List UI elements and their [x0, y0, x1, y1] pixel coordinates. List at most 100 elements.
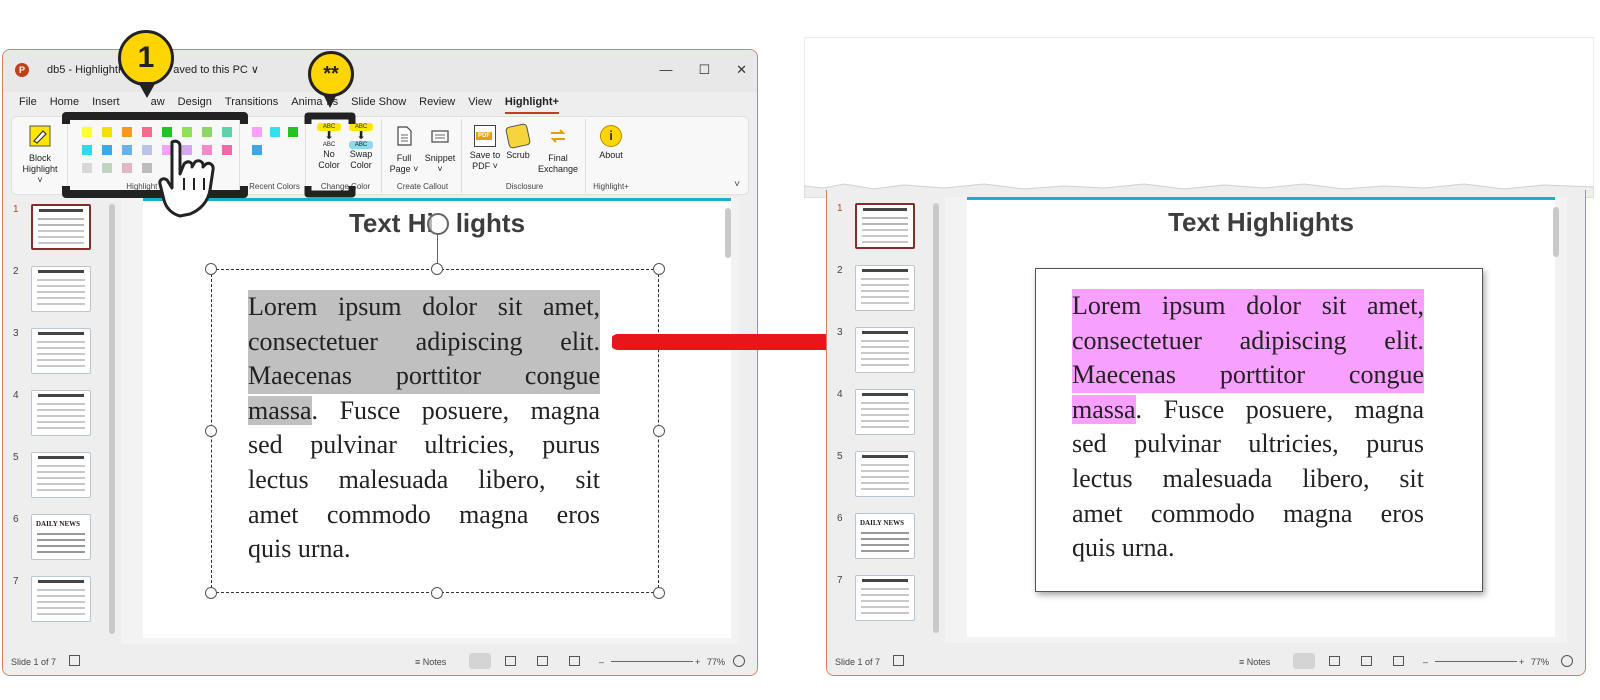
thumbnail-preview[interactable] — [855, 575, 915, 621]
thumbnail-preview[interactable] — [855, 327, 915, 373]
thumbnail-scrollbar[interactable] — [933, 203, 939, 633]
slide-thumbnail[interactable]: 6 DAILY NEWS — [3, 514, 103, 564]
paragraph-text[interactable]: Lorem ipsum dolor sit amet, consectetuer … — [1072, 289, 1424, 566]
slide-thumbnail[interactable]: 6 DAILY NEWS — [827, 513, 927, 563]
slide-thumbnail[interactable]: 7 — [827, 575, 927, 625]
slide-thumbnail[interactable]: 4 — [827, 389, 927, 439]
resize-handle[interactable] — [653, 263, 665, 275]
slide-thumbnail[interactable]: 4 — [3, 390, 103, 440]
reading-view-icon[interactable] — [1361, 656, 1372, 666]
notes-button[interactable]: ≡ Notes — [1239, 657, 1270, 667]
zoom-plus[interactable]: + — [695, 657, 700, 667]
info-icon: i — [600, 125, 622, 147]
menu-file[interactable]: File — [19, 94, 37, 114]
menu-slide-show[interactable]: Slide Show — [351, 94, 406, 114]
slide-thumbnail[interactable]: 5 — [827, 451, 927, 501]
text-box-selected[interactable]: Lorem ipsum dolor sit amet, consectetuer … — [211, 269, 659, 593]
notes-button[interactable]: ≡ Notes — [415, 657, 446, 667]
zoom-minus[interactable]: – — [599, 657, 604, 667]
slideshow-icon[interactable] — [1393, 656, 1404, 666]
thumbnail-preview[interactable] — [855, 203, 915, 249]
thumbnail-preview[interactable]: DAILY NEWS — [855, 513, 915, 559]
slideshow-icon[interactable] — [569, 656, 580, 666]
resize-handle[interactable] — [205, 263, 217, 275]
slide-thumbnail[interactable]: 3 — [3, 328, 103, 378]
zoom-slider[interactable] — [1435, 661, 1517, 662]
resize-handle[interactable] — [653, 425, 665, 437]
block-highlight-button[interactable]: Block Highlight ˅ — [20, 125, 60, 186]
slide-canvas: Text Highlights Lorem ipsum dolor sit am… — [967, 197, 1555, 637]
paragraph-line: sed pulvinar ultricies, purus — [248, 430, 600, 460]
thumbnail-preview[interactable] — [31, 266, 91, 312]
rotate-handle-icon[interactable] — [427, 213, 449, 235]
fit-to-window-icon[interactable] — [733, 655, 745, 667]
maximize-icon[interactable]: ☐ — [698, 62, 710, 78]
thumbnail-preview[interactable] — [31, 390, 91, 436]
normal-view-icon[interactable] — [1293, 653, 1315, 669]
resize-handle[interactable] — [431, 587, 443, 599]
accessibility-icon[interactable] — [69, 655, 80, 666]
about-button[interactable]: i About — [594, 125, 628, 161]
resize-handle[interactable] — [205, 587, 217, 599]
highlight-color-swatch[interactable] — [252, 127, 262, 137]
slide-thumbnail[interactable]: 5 — [3, 452, 103, 502]
reading-view-icon[interactable] — [537, 656, 548, 666]
thumbnail-preview[interactable] — [855, 451, 915, 497]
zoom-plus[interactable]: + — [1519, 657, 1524, 667]
slide-number: 7 — [13, 576, 19, 587]
menu-animations[interactable]: Anima — [291, 94, 322, 114]
thumbnail-preview[interactable] — [31, 452, 91, 498]
scrub-button[interactable]: Scrub — [504, 122, 532, 161]
highlight-color-swatch[interactable] — [252, 145, 262, 155]
normal-view-icon[interactable] — [469, 653, 491, 669]
collapse-ribbon-icon[interactable]: ˅ — [734, 179, 740, 190]
resize-handle[interactable] — [205, 425, 217, 437]
slide-thumbnail[interactable]: 1 — [827, 203, 927, 253]
zoom-slider[interactable] — [611, 661, 693, 662]
slide-thumbnail[interactable]: 7 — [3, 576, 103, 626]
paragraph-text[interactable]: Lorem ipsum dolor sit amet, consectetuer … — [248, 290, 600, 567]
slide-title[interactable]: Text Highlights — [967, 207, 1555, 238]
slide-thumbnail[interactable]: 2 — [827, 265, 927, 315]
thumbnail-scrollbar[interactable] — [109, 204, 115, 634]
full-page-button[interactable]: Full Page ˅ — [388, 125, 420, 175]
final-exchange-button[interactable]: Final Exchange — [534, 125, 582, 175]
slide-number: 2 — [837, 265, 843, 276]
minimize-icon[interactable]: — — [659, 62, 672, 78]
paragraph-line: Maecenas porttitor congue — [1072, 358, 1424, 393]
menu-view[interactable]: View — [468, 94, 492, 114]
thumbnail-preview[interactable] — [855, 389, 915, 435]
slide-thumbnail[interactable]: 1 — [3, 204, 103, 254]
slide-number: 4 — [837, 389, 843, 400]
thumbnail-preview[interactable] — [855, 265, 915, 311]
accessibility-icon[interactable] — [893, 655, 904, 666]
text-box[interactable]: Lorem ipsum dolor sit amet, consectetuer … — [1035, 268, 1483, 592]
close-icon[interactable]: ✕ — [736, 62, 747, 78]
resize-handle[interactable] — [431, 263, 443, 275]
save-to-pdf-button[interactable]: PDF Save to PDF ˅ — [468, 125, 502, 172]
menu-highlight-plus[interactable]: Highlight+ — [504, 94, 559, 114]
thumbnail-preview[interactable]: DAILY NEWS — [31, 514, 91, 560]
zoom-level[interactable]: 77% — [1531, 657, 1549, 667]
slide-sorter-icon[interactable] — [1329, 656, 1340, 666]
slide-number: 1 — [837, 203, 843, 214]
highlight-plus-label: Highlight+ — [593, 182, 629, 191]
fit-to-window-icon[interactable] — [1561, 655, 1573, 667]
snippet-button[interactable]: Snippet ˅ — [422, 125, 458, 175]
highlight-color-swatch[interactable] — [270, 127, 280, 137]
slide-thumbnail[interactable]: 3 — [827, 327, 927, 377]
zoom-minus[interactable]: – — [1423, 657, 1428, 667]
slide-scrollbar[interactable] — [1553, 207, 1559, 257]
slide-sorter-icon[interactable] — [505, 656, 516, 666]
snippet-icon — [431, 130, 449, 143]
slide-scrollbar[interactable] — [725, 208, 731, 258]
thumbnail-preview[interactable] — [31, 204, 91, 250]
menu-review[interactable]: Review — [419, 94, 455, 114]
slide-editing-area: Text Hi lights Lorem ipsum dolor sit amet… — [121, 198, 739, 644]
resize-handle[interactable] — [653, 587, 665, 599]
slide-thumbnail[interactable]: 2 — [3, 266, 103, 316]
highlight-color-swatch[interactable] — [288, 127, 298, 137]
thumbnail-preview[interactable] — [31, 576, 91, 622]
zoom-level[interactable]: 77% — [707, 657, 725, 667]
thumbnail-preview[interactable] — [31, 328, 91, 374]
